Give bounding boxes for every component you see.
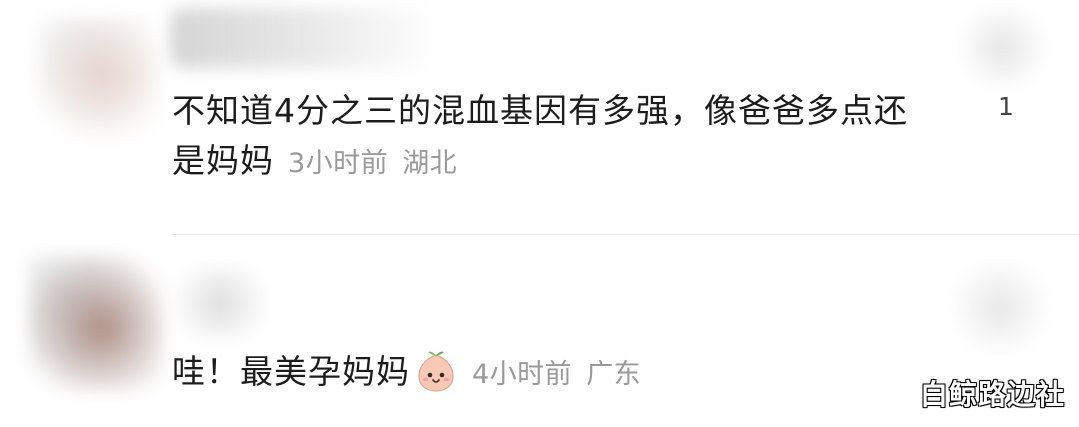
comment-text: 哇！最美孕妈妈 [172,352,410,391]
like-icon[interactable] [955,10,1050,85]
avatar[interactable] [28,255,163,390]
comment-text: 不知道4分之三的混血基因有多强，像爸爸多点还是妈妈 [172,91,908,180]
username[interactable] [165,268,275,338]
comment-time: 4小时前 [472,359,573,390]
watermark: 白鲸路边社 [919,378,1065,411]
comment-location: 广东 [586,359,642,390]
avatar[interactable] [38,18,158,138]
comment-location: 湖北 [402,148,458,179]
like-icon[interactable] [950,262,1050,352]
comment-body: 不知道4分之三的混血基因有多强，像爸爸多点还是妈妈 3小时前 湖北 [172,86,932,189]
comment-divider [172,234,1079,235]
like-count: 1 [998,92,1014,121]
comment-time: 3小时前 [288,148,389,179]
comment-body: 哇！最美孕妈妈 4小时前 广东 [172,347,872,400]
peach-face-emoji-icon [418,351,454,392]
username[interactable] [170,8,430,68]
